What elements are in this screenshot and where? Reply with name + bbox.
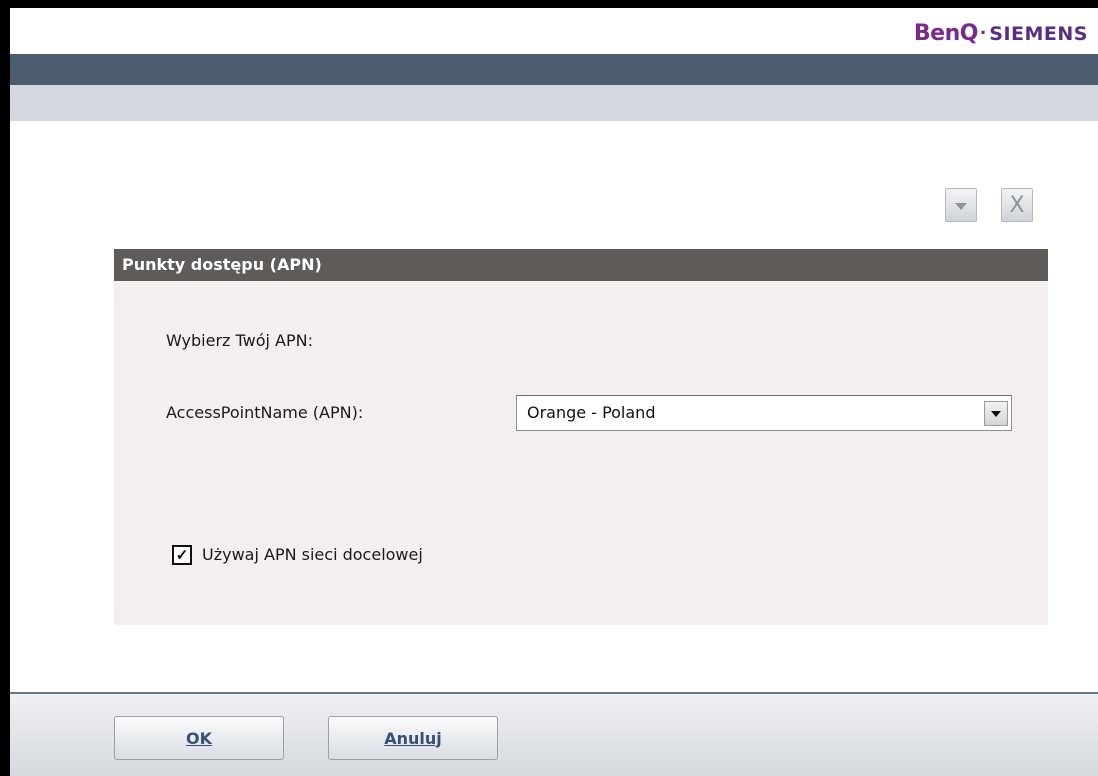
cancel-button[interactable]: Anuluj <box>328 716 498 760</box>
brand-benq: BenQ <box>913 21 979 46</box>
dropdown-button[interactable] <box>945 188 977 222</box>
ok-button[interactable]: OK <box>114 716 284 760</box>
apn-prompt: Wybierz Twój APN: <box>166 331 313 350</box>
panel-title: Punkty dostępu (APN) <box>114 249 1048 281</box>
apn-field-label: AccessPointName (APN): <box>166 403 364 422</box>
brand-siemens: SIEMENS <box>989 23 1088 45</box>
dialog-window: BenQ · SIEMENS X Punkty dostępu (APN) Wy… <box>10 8 1098 776</box>
apn-select[interactable]: Orange - Poland <box>516 395 1012 431</box>
use-target-apn-label[interactable]: Używaj APN sieci docelowej <box>202 545 423 564</box>
apn-select-value: Orange - Poland <box>527 403 656 422</box>
brand-bar: BenQ · SIEMENS <box>10 8 1098 54</box>
brand-separator: · <box>979 20 988 45</box>
title-stripe <box>10 54 1098 85</box>
use-target-apn-checkbox[interactable]: ✓ <box>172 545 192 565</box>
chevron-down-icon <box>991 411 1001 417</box>
subtitle-stripe <box>10 85 1098 121</box>
chevron-down-icon <box>955 203 967 210</box>
checkmark-icon: ✓ <box>175 546 189 564</box>
brand-logo: BenQ · SIEMENS <box>914 20 1088 46</box>
apn-select-dropdown-button[interactable] <box>984 401 1008 426</box>
apn-panel: Punkty dostępu (APN) Wybierz Twój APN: A… <box>114 249 1048 625</box>
close-icon: X <box>1009 192 1025 218</box>
close-button[interactable]: X <box>1001 188 1033 222</box>
footer-bar: OK Anuluj <box>10 694 1098 776</box>
